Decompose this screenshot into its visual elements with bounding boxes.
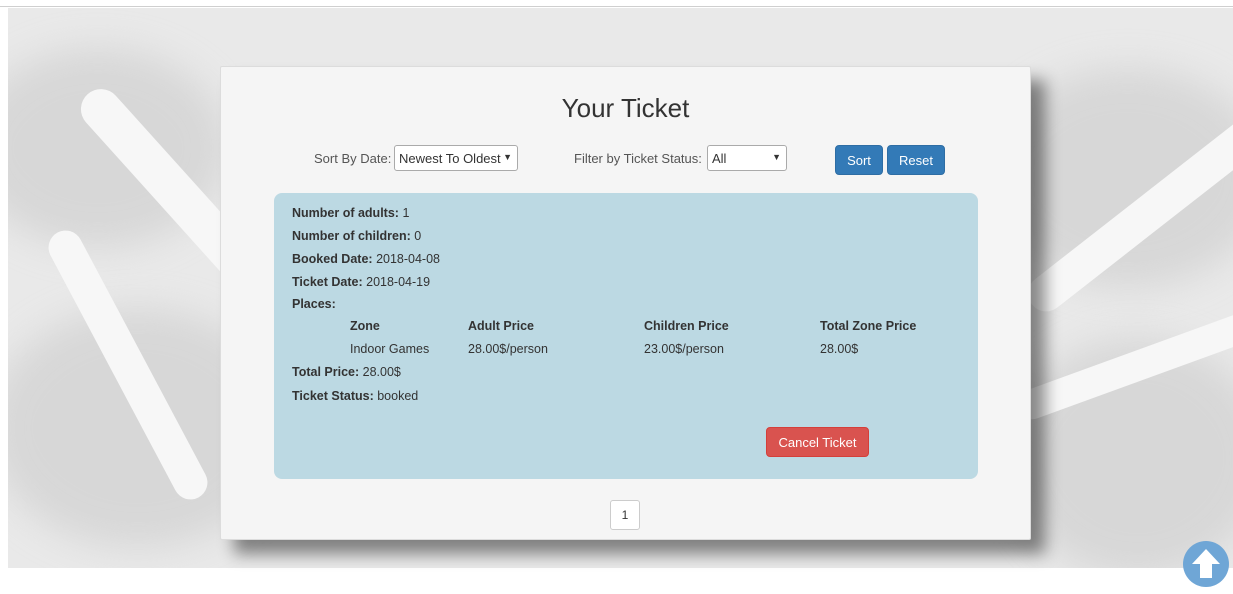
arrow-up-circle-icon	[1192, 549, 1220, 578]
dropdown-arrow-icon: ▼	[772, 152, 781, 162]
ticket-status-row: Ticket Status: booked	[292, 389, 418, 403]
booked-date-value: 2018-04-08	[376, 252, 441, 266]
filter-status-label: Filter by Ticket Status:	[574, 151, 702, 166]
booked-date-label: Booked Date:	[292, 252, 373, 266]
places-header-adult-price: Adult Price	[468, 319, 534, 333]
places-cell-children-price: 23.00$/person	[644, 342, 724, 356]
sort-filter-bar: Sort By Date: Newest To Oldest ▼ Filter …	[221, 145, 1030, 175]
places-header-total-zone-price: Total Zone Price	[820, 319, 917, 333]
adults-label: Number of adults:	[292, 206, 399, 220]
places-cell-zone: Indoor Games	[350, 342, 430, 356]
places-label: Places:	[292, 297, 336, 311]
page-title: Your Ticket	[561, 93, 690, 123]
sort-button[interactable]: Sort	[835, 145, 883, 175]
ticket-panel: Your Ticket Sort By Date: Newest To Olde…	[220, 66, 1031, 540]
sort-by-date-label: Sort By Date:	[314, 151, 392, 166]
sort-by-date-value: Newest To Oldest	[399, 151, 501, 166]
ticket-status-label: Ticket Status:	[292, 389, 374, 403]
pagination-page-1[interactable]: 1	[610, 500, 640, 530]
ticket-date-row: Ticket Date: 2018-04-19	[292, 275, 430, 289]
children-row: Number of children: 0	[292, 229, 421, 243]
filter-status-select[interactable]: All ▼	[707, 145, 787, 171]
top-divider	[0, 6, 1233, 7]
dropdown-arrow-icon: ▼	[503, 152, 512, 162]
places-header-zone: Zone	[350, 319, 380, 333]
ticket-date-label: Ticket Date:	[292, 275, 363, 289]
filter-status-value: All	[712, 151, 727, 166]
reset-button[interactable]: Reset	[887, 145, 945, 175]
cancel-ticket-button[interactable]: Cancel Ticket	[766, 427, 869, 457]
ticket-card: Number of adults: 1 Number of children: …	[274, 193, 978, 479]
places-row: Places:	[292, 297, 336, 311]
sort-by-date-select[interactable]: Newest To Oldest ▼	[394, 145, 518, 171]
children-value: 0	[414, 229, 422, 243]
ticket-status-value: booked	[377, 389, 419, 403]
places-cell-adult-price: 28.00$/person	[468, 342, 548, 356]
scroll-to-top-button[interactable]	[1183, 541, 1229, 587]
total-price-value: 28.00$	[362, 365, 401, 379]
total-price-label: Total Price:	[292, 365, 360, 379]
adults-row: Number of adults: 1	[292, 206, 409, 220]
adults-value: 1	[402, 206, 410, 220]
places-header-children-price: Children Price	[644, 319, 729, 333]
booked-date-row: Booked Date: 2018-04-08	[292, 252, 440, 266]
ticket-date-value: 2018-04-19	[366, 275, 431, 289]
total-price-row: Total Price: 28.00$	[292, 365, 401, 379]
places-cell-total-zone-price: 28.00$	[820, 342, 859, 356]
children-label: Number of children:	[292, 229, 411, 243]
